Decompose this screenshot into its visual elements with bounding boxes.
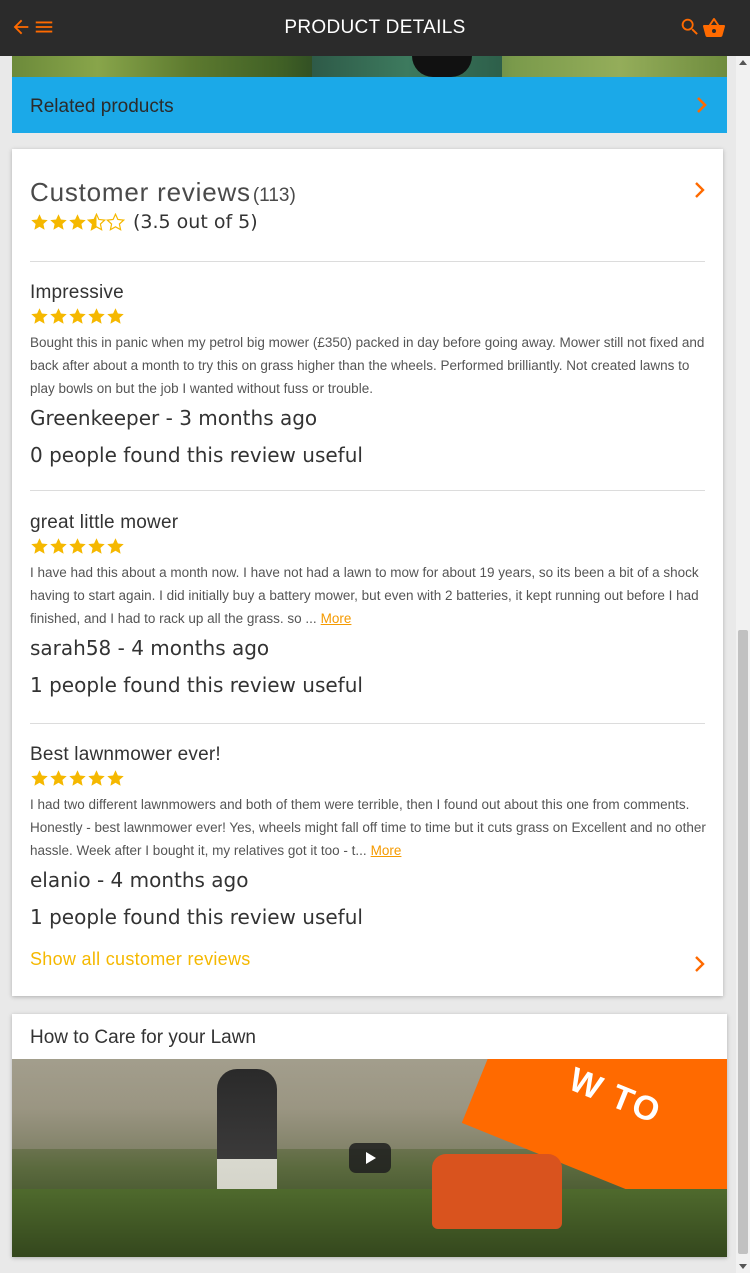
divider bbox=[30, 490, 705, 491]
star-filled-icon bbox=[88, 770, 105, 786]
review-item: Impressive Bought this in panic when my … bbox=[30, 282, 710, 467]
review-useful-count: 1 people found this review useful bbox=[30, 905, 363, 929]
review-body: I had two different lawnmowers and both … bbox=[30, 793, 710, 862]
lawn-care-video[interactable]: W TO bbox=[12, 1059, 727, 1257]
review-text: Bought this in panic when my petrol big … bbox=[30, 335, 705, 396]
review-item: Best lawnmower ever! I had two different… bbox=[30, 744, 710, 929]
review-author: elanio - 4 months ago bbox=[30, 868, 249, 892]
review-more-link[interactable]: More bbox=[371, 843, 402, 858]
star-filled-icon bbox=[31, 538, 48, 554]
reviews-title: Customer reviews bbox=[30, 177, 251, 207]
star-filled-icon bbox=[69, 214, 86, 230]
top-app-bar: PRODUCT DETAILS bbox=[0, 0, 750, 56]
star-filled-icon bbox=[107, 308, 124, 324]
scroll-up-arrow-icon[interactable] bbox=[739, 60, 747, 65]
star-filled-icon bbox=[31, 770, 48, 786]
star-filled-icon bbox=[50, 214, 67, 230]
chevron-right-icon[interactable] bbox=[693, 955, 707, 973]
customer-reviews-card: Customer reviews (113) (3.5 out of 5) Imp… bbox=[12, 149, 723, 996]
scroll-down-arrow-icon[interactable] bbox=[739, 1264, 747, 1269]
review-useful-count: 0 people found this review useful bbox=[30, 443, 363, 467]
related-products-label: Related products bbox=[30, 96, 174, 117]
search-icon[interactable] bbox=[679, 16, 701, 38]
star-filled-icon bbox=[88, 308, 105, 324]
reviews-header[interactable]: Customer reviews (113) bbox=[30, 177, 296, 208]
review-text: I had two different lawnmowers and both … bbox=[30, 797, 706, 858]
review-item: great little mower I have had this about… bbox=[30, 512, 710, 697]
star-filled-icon bbox=[50, 538, 67, 554]
star-half-icon bbox=[87, 213, 106, 231]
star-filled-icon bbox=[69, 308, 86, 324]
lawn-care-title: How to Care for your Lawn bbox=[30, 1027, 256, 1048]
reviews-count: (113) bbox=[252, 185, 296, 206]
review-author: Greenkeeper - 3 months ago bbox=[30, 406, 318, 430]
scrollbar-thumb[interactable] bbox=[738, 630, 748, 1254]
review-more-link[interactable]: More bbox=[321, 611, 352, 626]
video-thumbnail-mower bbox=[432, 1154, 562, 1229]
page-title: PRODUCT DETAILS bbox=[284, 17, 466, 38]
star-filled-icon bbox=[50, 308, 67, 324]
review-title: Impressive bbox=[30, 282, 124, 303]
star-filled-icon bbox=[107, 770, 124, 786]
basket-icon[interactable] bbox=[702, 16, 726, 40]
review-body: Bought this in panic when my petrol big … bbox=[30, 331, 710, 400]
star-filled-icon bbox=[31, 214, 48, 230]
star-outline-icon bbox=[106, 213, 125, 231]
review-author: sarah58 - 4 months ago bbox=[30, 636, 270, 660]
star-filled-icon bbox=[69, 538, 86, 554]
average-rating-stars bbox=[30, 213, 125, 231]
review-title: Best lawnmower ever! bbox=[30, 744, 221, 765]
chevron-right-icon[interactable] bbox=[693, 181, 707, 199]
review-rating-stars bbox=[30, 537, 710, 555]
star-filled-icon bbox=[69, 770, 86, 786]
review-text: I have had this about a month now. I hav… bbox=[30, 565, 699, 626]
product-image[interactable] bbox=[12, 56, 727, 77]
review-rating-stars bbox=[30, 769, 710, 787]
video-thumbnail-grass bbox=[12, 1189, 727, 1257]
divider bbox=[30, 261, 705, 262]
page-scrollbar[interactable] bbox=[736, 56, 750, 1273]
play-icon bbox=[366, 1152, 376, 1164]
review-useful-count: 1 people found this review useful bbox=[30, 673, 363, 697]
product-image-detail bbox=[312, 56, 502, 77]
review-body: I have had this about a month now. I hav… bbox=[30, 561, 710, 630]
star-filled-icon bbox=[107, 538, 124, 554]
review-rating-stars bbox=[30, 307, 710, 325]
star-filled-icon bbox=[31, 308, 48, 324]
rating-summary: (3.5 out of 5) bbox=[30, 211, 258, 233]
lawn-care-video-card: How to Care for your Lawn W TO bbox=[12, 1014, 727, 1257]
review-title: great little mower bbox=[30, 512, 179, 533]
related-products-bar[interactable]: Related products bbox=[12, 77, 727, 133]
show-all-reviews-link[interactable]: Show all customer reviews bbox=[30, 949, 251, 970]
star-filled-icon bbox=[50, 770, 67, 786]
divider bbox=[30, 723, 705, 724]
star-filled-icon bbox=[88, 538, 105, 554]
chevron-right-icon bbox=[697, 97, 707, 113]
average-rating-text: (3.5 out of 5) bbox=[133, 211, 258, 233]
play-button[interactable] bbox=[349, 1143, 391, 1173]
